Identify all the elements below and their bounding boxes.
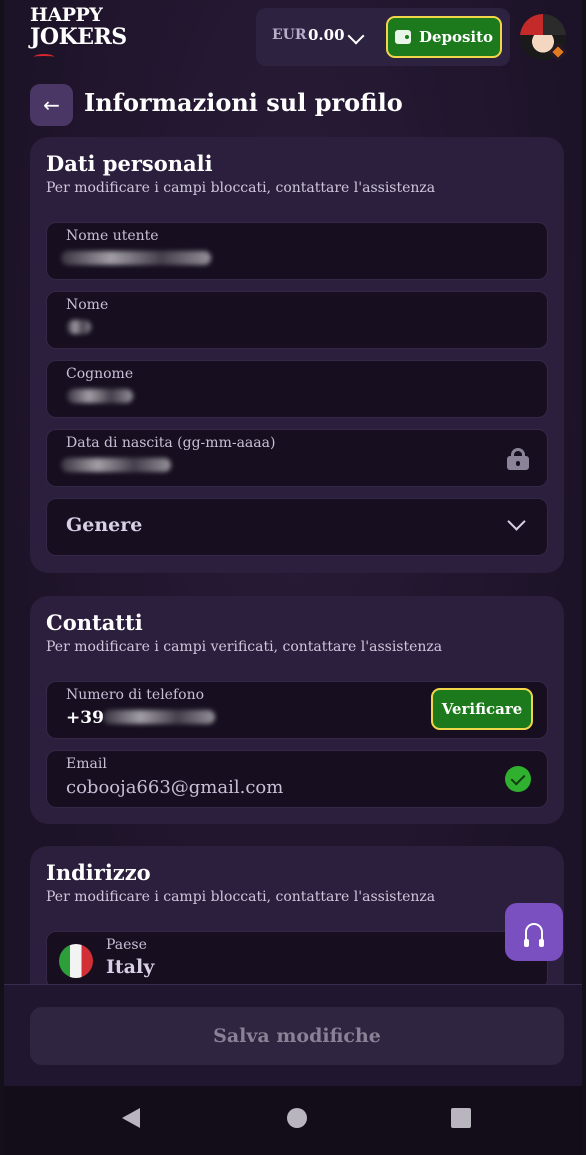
lastname-label: Cognome: [66, 366, 134, 382]
arrow-left-icon: ←: [43, 93, 60, 117]
italy-flag-icon: [59, 944, 93, 978]
page-title: Informazioni sul profilo: [84, 88, 403, 117]
phone-label: Numero di telefono: [66, 687, 205, 703]
username-label: Nome utente: [66, 228, 159, 244]
birthdate-label: Data di nascita (gg-mm-aaaa): [66, 435, 276, 451]
deposit-button[interactable]: Deposito: [386, 16, 502, 58]
gender-label: Genere: [66, 514, 143, 536]
address-title: Indirizzo: [46, 860, 151, 885]
wallet-panel: EUR 0.00 Deposito: [256, 8, 510, 66]
phone-redacted-value: [103, 710, 215, 724]
headset-icon: [524, 923, 544, 947]
gender-select[interactable]: Genere: [46, 498, 548, 556]
username-field[interactable]: Nome utente: [46, 222, 548, 280]
firstname-field[interactable]: Nome: [46, 291, 548, 349]
email-value: cobooja663@gmail.com: [66, 777, 284, 798]
birthdate-field: Data di nascita (gg-mm-aaaa): [46, 429, 548, 487]
deposit-label: Deposito: [418, 28, 494, 46]
personal-data-title: Dati personali: [46, 151, 213, 176]
birthdate-redacted-value: [61, 458, 171, 472]
phone-field[interactable]: Numero di telefono +39 Verificare: [46, 681, 548, 739]
lastname-redacted-value: [67, 389, 133, 403]
lock-icon: [507, 448, 529, 470]
logo-line-1: HAPPY: [30, 4, 103, 26]
currency-code[interactable]: EUR: [272, 27, 307, 43]
contacts-title: Contatti: [46, 610, 143, 635]
balance-amount[interactable]: 0.00: [308, 26, 345, 44]
save-changes-button[interactable]: Salva modifiche: [30, 1007, 564, 1065]
system-nav-bar: [4, 1086, 582, 1155]
firstname-redacted-value: [67, 320, 91, 334]
personal-data-subtitle: Per modificare i campi bloccati, contatt…: [46, 180, 436, 196]
verify-button[interactable]: Verificare: [431, 688, 533, 730]
happy-jokers-logo[interactable]: HAPPY JOKERS: [30, 4, 127, 56]
wallet-icon: [394, 30, 411, 44]
country-value: Italy: [106, 956, 155, 978]
chevron-down-icon[interactable]: [347, 27, 365, 45]
footer-bar: Salva modifiche: [4, 984, 582, 1086]
top-header: HAPPY JOKERS EUR 0.00 Deposito: [4, 0, 582, 76]
username-redacted-value: [61, 251, 211, 265]
nav-back-icon[interactable]: [122, 1108, 140, 1128]
contacts-subtitle: Per modificare i campi verificati, conta…: [46, 639, 443, 655]
email-field: Email cobooja663@gmail.com: [46, 750, 548, 808]
chevron-down-icon: [507, 512, 526, 531]
lastname-field[interactable]: Cognome: [46, 360, 548, 418]
country-field: Paese Italy: [46, 931, 548, 989]
logo-line-2: JOKERS: [30, 24, 127, 50]
email-label: Email: [66, 756, 107, 772]
firstname-label: Nome: [66, 297, 109, 313]
verified-check-icon: [505, 766, 531, 792]
country-label: Paese: [106, 937, 147, 953]
nav-home-icon[interactable]: [287, 1108, 307, 1128]
contacts-card: Contatti Per modificare i campi verifica…: [30, 596, 564, 824]
nav-recent-apps-icon[interactable]: [451, 1108, 471, 1128]
support-chat-button[interactable]: [505, 903, 563, 961]
app-root: HAPPY JOKERS EUR 0.00 Deposito ← Informa…: [0, 0, 586, 1155]
phone-prefix: +39: [66, 708, 104, 728]
address-subtitle: Per modificare i campi bloccati, contatt…: [46, 889, 436, 905]
personal-data-card: Dati personali Per modificare i campi bl…: [30, 137, 564, 573]
back-button[interactable]: ←: [30, 84, 73, 126]
logo-swoosh: [34, 54, 54, 60]
